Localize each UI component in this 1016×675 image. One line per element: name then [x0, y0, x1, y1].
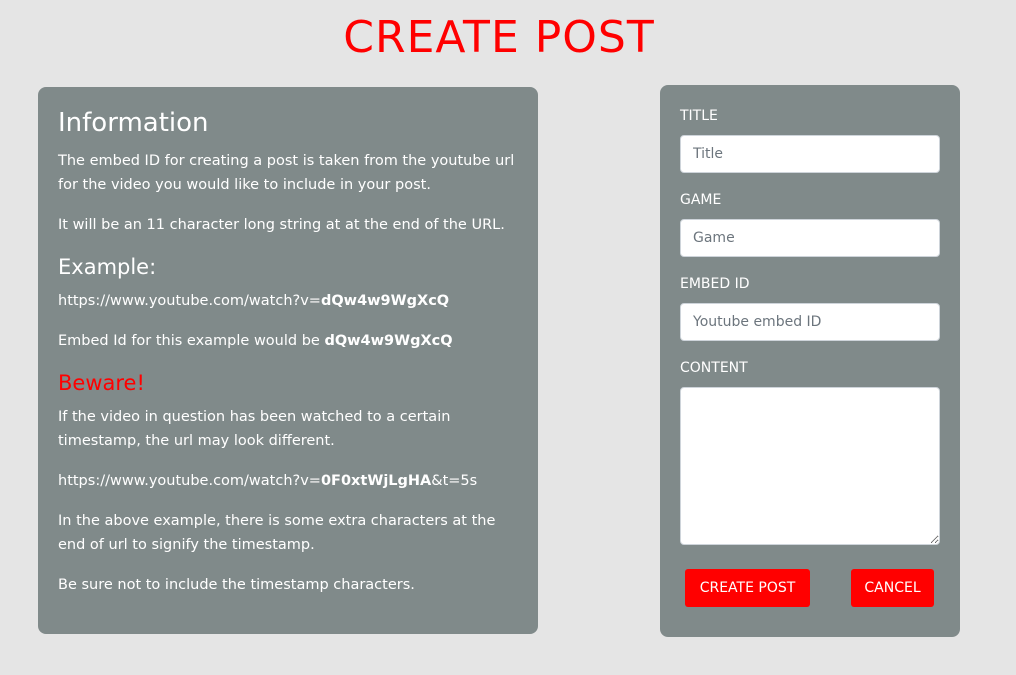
create-post-form: TITLE GAME EMBED ID CONTENT CREATE POST …	[660, 85, 960, 637]
timestamp-url-id: 0F0xtWjLgHA	[320, 473, 432, 489]
game-label: GAME	[680, 192, 722, 208]
example-embed-sentence-prefix: Embed Id for this example would be	[58, 333, 325, 349]
title-label: TITLE	[680, 108, 718, 124]
example-embed-sentence: Embed Id for this example would be dQw4w…	[58, 329, 518, 353]
example-heading: Example:	[58, 255, 157, 279]
information-heading: Information	[58, 108, 209, 138]
page-title: CREATE POST	[343, 12, 655, 63]
embed-id-description: The embed ID for creating a post is take…	[58, 153, 515, 193]
embed-id-label: EMBED ID	[680, 276, 750, 292]
beware-heading: Beware!	[58, 371, 145, 395]
create-post-button[interactable]: CREATE POST	[685, 569, 810, 607]
information-panel: Information The embed ID for creating a …	[38, 87, 538, 634]
example-url-id: dQw4w9WgXcQ	[320, 293, 450, 309]
timestamp-explanation: In the above example, there is some extr…	[58, 513, 496, 553]
timestamp-url: https://www.youtube.com/watch?v=0F0xtWjL…	[58, 469, 518, 493]
content-textarea[interactable]	[680, 387, 940, 545]
timestamp-warning: If the video in question has been watche…	[58, 409, 451, 449]
title-input[interactable]	[680, 135, 940, 173]
embed-id-length-note: It will be an 11 character long string a…	[58, 217, 505, 233]
game-input[interactable]	[680, 219, 940, 257]
example-url: https://www.youtube.com/watch?v=dQw4w9Wg…	[58, 289, 518, 313]
content-label: CONTENT	[680, 360, 748, 376]
timestamp-instruction: Be sure not to include the timestamp cha…	[58, 577, 415, 593]
example-embed-id: dQw4w9WgXcQ	[324, 333, 453, 349]
cancel-button[interactable]: CANCEL	[851, 569, 934, 607]
example-url-prefix: https://www.youtube.com/watch?v=	[58, 293, 321, 309]
timestamp-url-prefix: https://www.youtube.com/watch?v=	[58, 473, 321, 489]
embed-id-input[interactable]	[680, 303, 940, 341]
timestamp-url-suffix: &t=5s	[431, 473, 478, 489]
